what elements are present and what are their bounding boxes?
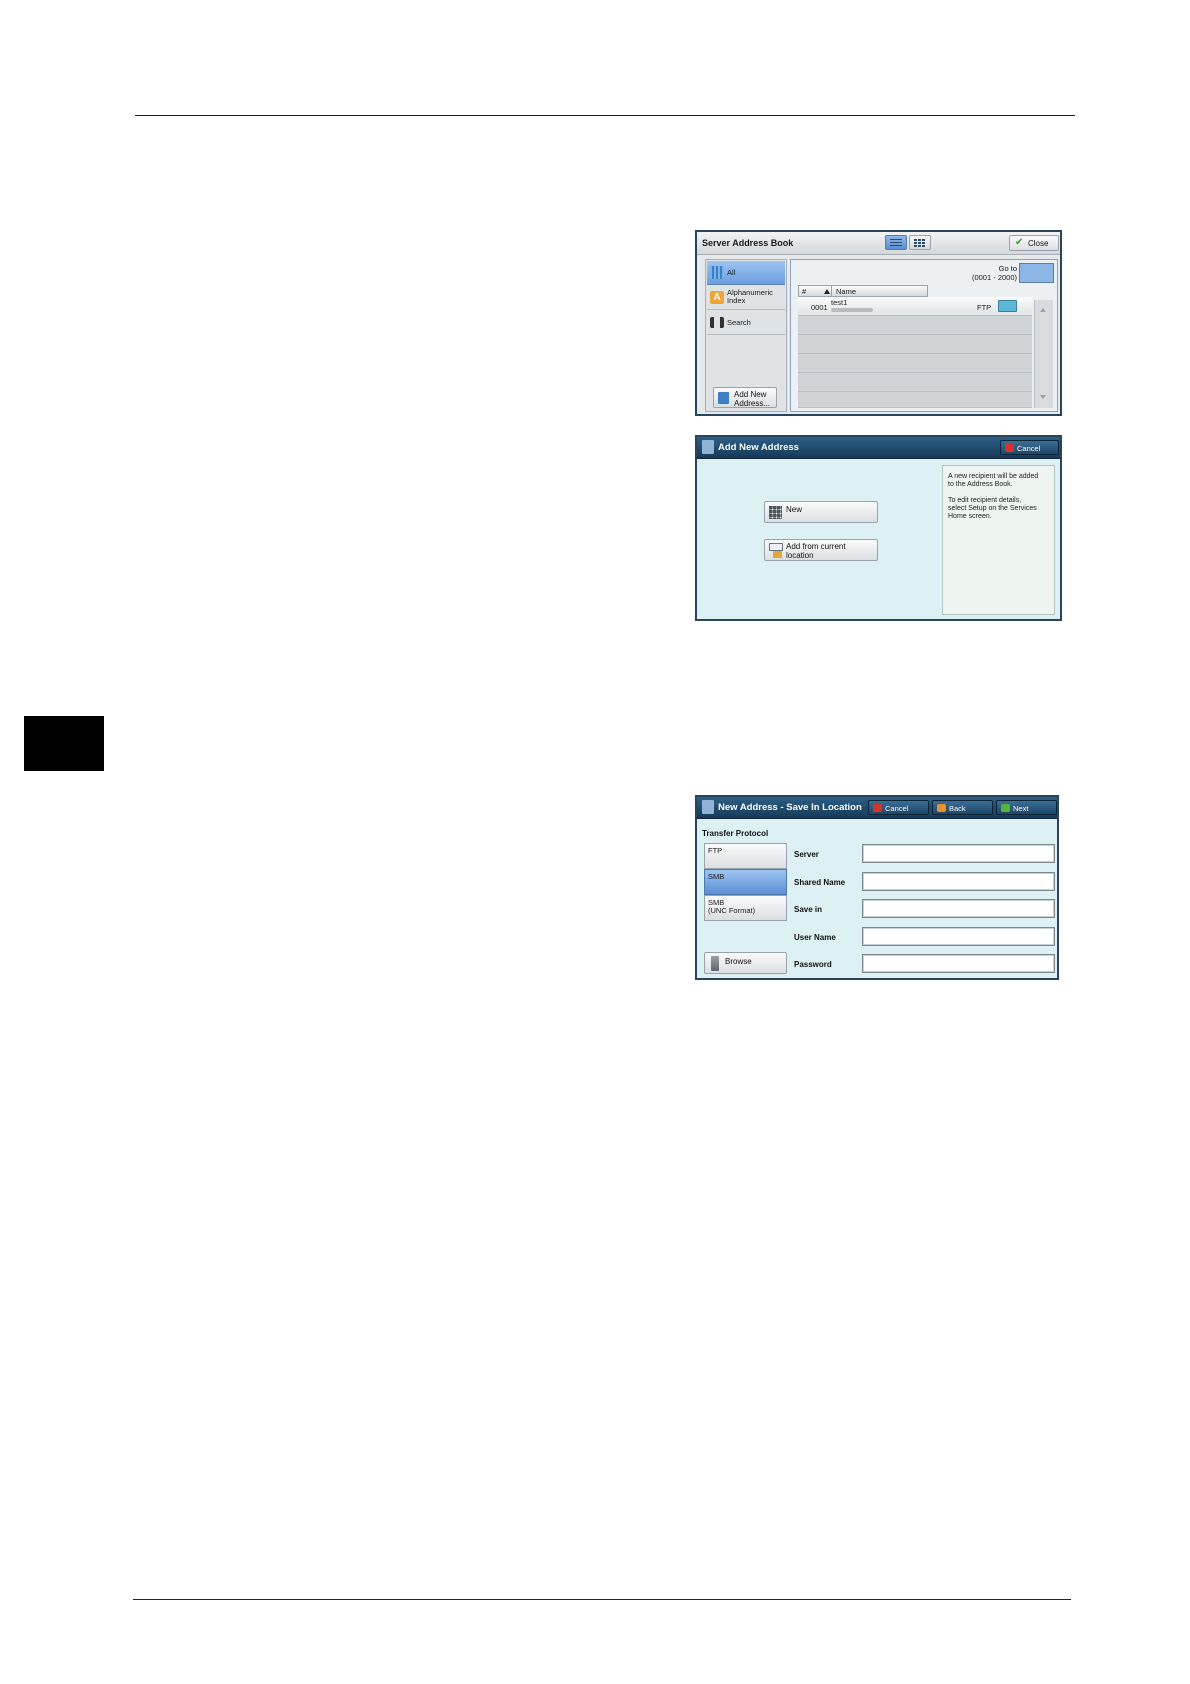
screen-title: Server Address Book	[702, 238, 794, 248]
scrollbar[interactable]	[1034, 300, 1053, 408]
nav-item-all[interactable]: All	[707, 261, 785, 285]
protocol-ftp-button[interactable]: FTP	[704, 843, 787, 869]
transfer-protocol-label: Transfer Protocol	[702, 829, 769, 838]
thumbnail-view-button[interactable]	[909, 235, 931, 250]
column-header-number[interactable]: #	[798, 285, 832, 297]
go-to-input[interactable]	[1019, 263, 1054, 283]
add-address-icon	[702, 440, 714, 454]
table-row[interactable]	[798, 392, 1032, 408]
close-button[interactable]: ✔ Close	[1009, 235, 1059, 251]
location-icon	[769, 543, 783, 551]
next-button[interactable]: Next	[996, 800, 1057, 815]
checkmark-icon: ✔	[1015, 237, 1024, 248]
row-type: FTP	[977, 303, 992, 312]
address-grid-icon	[710, 266, 724, 279]
cancel-icon	[1005, 444, 1014, 452]
add-new-address-button[interactable]: Add New Address...	[713, 387, 777, 408]
shared-name-label: Shared Name	[794, 878, 846, 887]
header-rule	[135, 115, 1075, 116]
save-in-input[interactable]	[862, 899, 1055, 918]
list-icon	[890, 239, 902, 247]
go-to-label: Go to (0001 - 2000)	[971, 264, 1017, 282]
add-address-icon	[718, 392, 729, 404]
new-button[interactable]: New	[764, 501, 878, 523]
protocol-smb-button[interactable]: SMB	[704, 869, 787, 895]
cancel-button[interactable]: Cancel	[868, 800, 929, 815]
chapter-tab	[24, 716, 104, 771]
info-message: A new recipient will be added to the Add…	[942, 465, 1055, 615]
browse-button[interactable]: Browse	[704, 952, 787, 974]
address-card-icon	[998, 300, 1017, 312]
cancel-button[interactable]: Cancel	[1000, 440, 1059, 455]
cancel-icon	[873, 804, 882, 812]
server-address-book-screen: Server Address Book ✔ Close All A Alphan…	[695, 230, 1062, 416]
list-view-button[interactable]	[885, 235, 907, 250]
add-new-address-screen: Add New Address Cancel New Add from curr…	[695, 435, 1062, 621]
protocol-smb-unc-button[interactable]: SMB (UNC Format)	[704, 895, 787, 921]
server-label: Server	[794, 850, 819, 859]
user-name-label: User Name	[794, 933, 836, 942]
table-row[interactable]	[798, 335, 1032, 354]
column-header-name[interactable]: Name	[831, 285, 928, 297]
server-input[interactable]	[862, 844, 1055, 863]
password-input[interactable]	[862, 954, 1055, 973]
save-in-label: Save in	[794, 905, 823, 914]
screen-title: New Address - Save In Location	[718, 802, 862, 813]
shared-name-input[interactable]	[862, 872, 1055, 891]
scroll-up-icon[interactable]	[1040, 308, 1046, 312]
close-label: Close	[1028, 239, 1049, 248]
server-icon	[711, 956, 719, 971]
address-list-pane: Go to (0001 - 2000) # Name 0001 test1 FT…	[790, 259, 1058, 412]
category-pane: All A Alphanumeric Index Search Add New …	[705, 259, 787, 412]
table-row[interactable]	[798, 354, 1032, 373]
binoculars-icon	[710, 317, 724, 328]
sort-ascending-icon	[824, 289, 830, 294]
back-arrow-icon	[937, 804, 946, 812]
blurred-detail	[831, 308, 873, 312]
title-bar: Add New Address Cancel	[697, 437, 1060, 459]
title-bar: Server Address Book ✔ Close	[697, 232, 1060, 255]
nav-item-alphanumeric-index[interactable]: A Alphanumeric Index	[707, 286, 785, 310]
password-label: Password	[794, 960, 832, 969]
row-name: test1	[831, 298, 848, 307]
letter-a-icon: A	[710, 291, 724, 304]
keypad-icon	[769, 506, 782, 519]
grid-icon	[914, 239, 926, 247]
back-button[interactable]: Back	[932, 800, 993, 815]
footer-rule	[133, 1599, 1071, 1600]
table-row[interactable]: 0001 test1 FTP	[798, 297, 1032, 316]
next-arrow-icon	[1001, 804, 1010, 812]
row-number: 0001	[811, 303, 828, 312]
table-row[interactable]	[798, 316, 1032, 335]
scroll-down-icon[interactable]	[1040, 395, 1046, 399]
table-row[interactable]	[798, 373, 1032, 392]
screen-title: Add New Address	[718, 442, 799, 453]
save-in-location-screen: New Address - Save In Location Cancel Ba…	[695, 795, 1059, 980]
user-name-input[interactable]	[862, 927, 1055, 946]
folder-icon	[773, 551, 782, 558]
nav-item-search[interactable]: Search	[707, 311, 785, 335]
title-bar: New Address - Save In Location Cancel Ba…	[697, 797, 1057, 819]
add-address-icon	[702, 800, 714, 814]
add-from-current-location-button[interactable]: Add from current location	[764, 539, 878, 561]
